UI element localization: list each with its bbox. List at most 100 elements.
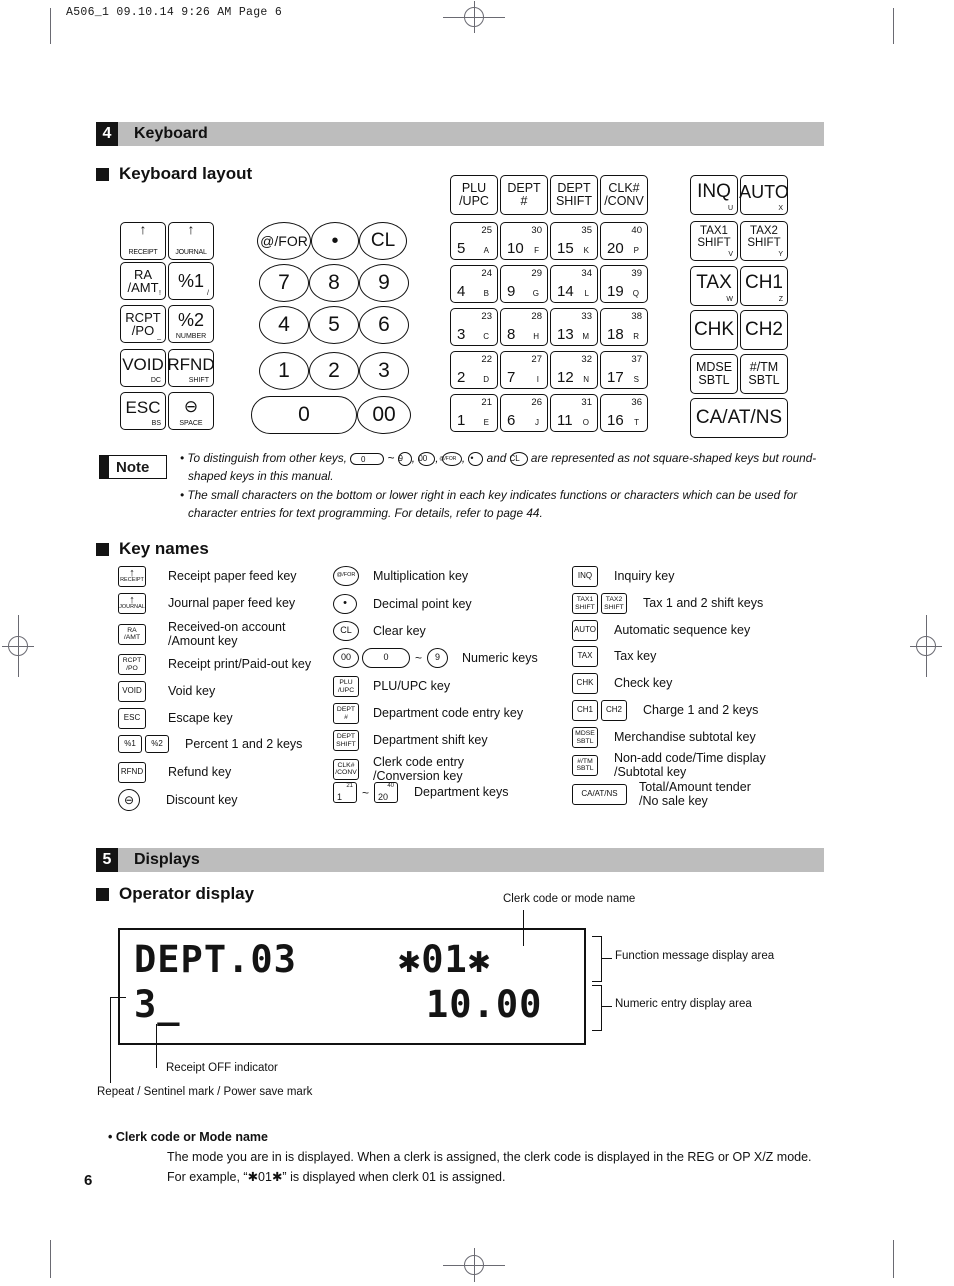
key-tax[interactable]: TAX W bbox=[690, 266, 738, 306]
key-ca-at-ns[interactable]: CA/AT/NS bbox=[690, 398, 788, 438]
dept-key-char: T bbox=[634, 418, 639, 427]
icon-key-receipt-feed[interactable]: ↑ RECEIPT bbox=[118, 566, 146, 587]
icon-key-at-for[interactable]: @/FOR bbox=[333, 566, 359, 586]
dept-key-11[interactable]: 31 11 O bbox=[550, 394, 598, 432]
key-at-for[interactable]: @/FOR bbox=[257, 222, 311, 260]
key-receipt-feed[interactable]: ↑ RECEIPT bbox=[120, 222, 166, 260]
icon-key-mdse-sbtl[interactable]: MDSE SBTL bbox=[572, 727, 598, 748]
dept-key-1[interactable]: 21 1 E bbox=[450, 394, 498, 432]
icon-key-ra-amt[interactable]: RA /AMT bbox=[118, 623, 146, 645]
key-rfnd[interactable]: RFND SHIFT bbox=[167, 349, 215, 387]
key-num-4[interactable]: 4 bbox=[259, 306, 309, 344]
callout-line-repeat-sentinel-v bbox=[110, 997, 112, 1083]
icon-dept-key-20[interactable]: 40 20 bbox=[374, 782, 399, 803]
icon-key-decimal-point[interactable]: • bbox=[333, 594, 357, 614]
dept-key-2[interactable]: 22 2 D bbox=[450, 351, 498, 389]
icon-key-tax2-shift[interactable]: TAX2 SHIFT bbox=[601, 593, 627, 614]
dept-key-7[interactable]: 27 7 I bbox=[500, 351, 548, 389]
key-mdse-sbtl[interactable]: MDSE SBTL bbox=[690, 354, 738, 394]
key-tm-sbtl[interactable]: #/TM SBTL bbox=[740, 354, 788, 394]
legend-clk-conv: CLK# /CONV Clerk code entry /Conversion … bbox=[333, 755, 464, 784]
dept-key-8[interactable]: 28 8 H bbox=[500, 308, 548, 346]
icon-key-ch2[interactable]: CH2 bbox=[601, 700, 627, 721]
dept-key-14[interactable]: 34 14 L bbox=[550, 265, 598, 303]
key-percent2[interactable]: %2 NUMBER bbox=[168, 305, 214, 343]
icon-key-9[interactable]: 9 bbox=[427, 648, 449, 668]
key-num-8[interactable]: 8 bbox=[309, 264, 359, 302]
key-tax1-shift[interactable]: TAX1 SHIFT V bbox=[690, 221, 738, 261]
key-num-00[interactable]: 00 bbox=[357, 396, 411, 434]
icon-dept-key-1[interactable]: 21 1 bbox=[333, 782, 357, 803]
icon-key-clear[interactable]: CL bbox=[333, 621, 359, 641]
icon-key-dept-shift[interactable]: DEPT SHIFT bbox=[333, 730, 359, 751]
icon-key-chk[interactable]: CHK bbox=[572, 673, 598, 694]
dept-key-13[interactable]: 33 13 M bbox=[550, 308, 598, 346]
key-discount[interactable]: ⊖ SPACE bbox=[168, 392, 214, 430]
key-tax2-shift[interactable]: TAX2 SHIFT Y bbox=[740, 221, 788, 261]
key-num-9[interactable]: 9 bbox=[359, 264, 409, 302]
display-row1-left: DEPT.03 bbox=[134, 938, 297, 981]
icon-key-esc[interactable]: ESC bbox=[118, 708, 146, 729]
dept-key-3[interactable]: 23 3 C bbox=[450, 308, 498, 346]
key-num-1[interactable]: 1 bbox=[259, 352, 309, 390]
dept-key-10[interactable]: 30 10 F bbox=[500, 222, 548, 260]
key-chk[interactable]: CHK bbox=[690, 310, 738, 350]
key-num-6[interactable]: 6 bbox=[359, 306, 409, 344]
icon-key-auto[interactable]: AUTO bbox=[572, 620, 598, 641]
icon-key-journal-feed[interactable]: ↑ JOURNAL bbox=[118, 593, 146, 614]
icon-key-discount[interactable]: ⊖ bbox=[118, 789, 140, 811]
dept-key-18[interactable]: 38 18 R bbox=[600, 308, 648, 346]
dept-key-6[interactable]: 26 6 J bbox=[500, 394, 548, 432]
icon-key-percent1[interactable]: %1 bbox=[118, 735, 142, 753]
key-num-3[interactable]: 3 bbox=[359, 352, 409, 390]
key-num-0[interactable]: 0 bbox=[251, 396, 357, 434]
key-rcpt-po[interactable]: RCPT /PO _ bbox=[120, 305, 166, 343]
key-journal-feed[interactable]: ↑ JOURNAL bbox=[168, 222, 214, 260]
bracket-function-area bbox=[592, 936, 602, 982]
icon-key-0[interactable]: 0 bbox=[362, 648, 410, 668]
dept-key-16[interactable]: 36 16 T bbox=[600, 394, 648, 432]
icon-key-dept-num[interactable]: DEPT # bbox=[333, 703, 359, 724]
key-ch2[interactable]: CH2 bbox=[740, 310, 788, 350]
icon-key-tm-sbtl[interactable]: #/TM SBTL bbox=[572, 754, 598, 776]
dept-key-20[interactable]: 40 20 P bbox=[600, 222, 648, 260]
key-num-2[interactable]: 2 bbox=[309, 352, 359, 390]
icon-key-tax[interactable]: TAX bbox=[572, 646, 598, 667]
key-num-7[interactable]: 7 bbox=[259, 264, 309, 302]
key-percent1[interactable]: %1 / bbox=[168, 262, 214, 300]
key-void[interactable]: VOID DC bbox=[120, 349, 166, 387]
key-dept-num[interactable]: DEPT # bbox=[500, 175, 548, 215]
legend-journal-feed: ↑ JOURNAL Journal paper feed key bbox=[118, 593, 295, 614]
key-auto[interactable]: AUTO X bbox=[739, 175, 789, 215]
dept-key-5[interactable]: 25 5 A bbox=[450, 222, 498, 260]
icon-key-percent2[interactable]: %2 bbox=[145, 735, 169, 753]
icon-key-tax1-shift[interactable]: TAX1 SHIFT bbox=[572, 593, 598, 614]
icon-key-rfnd[interactable]: RFND bbox=[118, 762, 146, 783]
icon-key-void[interactable]: VOID bbox=[118, 681, 146, 702]
key-ra-amt[interactable]: RA /AMT ! bbox=[120, 262, 166, 300]
key-inq[interactable]: INQ U bbox=[690, 175, 738, 215]
icon-key-00[interactable]: 00 bbox=[333, 648, 359, 668]
dept-key-19[interactable]: 39 19 Q bbox=[600, 265, 648, 303]
dept-key-9[interactable]: 29 9 G bbox=[500, 265, 548, 303]
icon-key-ca-at-ns[interactable]: CA/AT/NS bbox=[572, 783, 627, 805]
key-clk-conv[interactable]: CLK# /CONV bbox=[600, 175, 648, 215]
dept-key-15[interactable]: 35 15 K bbox=[550, 222, 598, 260]
key-sublabel: ! bbox=[159, 290, 161, 297]
key-dept-shift[interactable]: DEPT SHIFT bbox=[550, 175, 598, 215]
icon-key-inq[interactable]: INQ bbox=[572, 566, 598, 587]
key-ch1[interactable]: CH1 Z bbox=[740, 266, 788, 306]
dept-key-4[interactable]: 24 4 B bbox=[450, 265, 498, 303]
icon-key-plu-upc[interactable]: PLU /UPC bbox=[333, 676, 359, 697]
key-clear[interactable]: CL bbox=[359, 222, 407, 260]
key-esc[interactable]: ESC BS bbox=[120, 392, 166, 430]
icon-key-rcpt-po[interactable]: RCPT /PO bbox=[118, 654, 146, 675]
icon-key-clk-conv[interactable]: CLK# /CONV bbox=[333, 758, 359, 780]
key-decimal-point[interactable]: • bbox=[311, 222, 359, 260]
dept-key-12[interactable]: 32 12 N bbox=[550, 351, 598, 389]
key-plu-upc[interactable]: PLU /UPC bbox=[450, 175, 498, 215]
dept-key-char: E bbox=[483, 418, 489, 427]
key-num-5[interactable]: 5 bbox=[309, 306, 359, 344]
dept-key-17[interactable]: 37 17 S bbox=[600, 351, 648, 389]
icon-key-ch1[interactable]: CH1 bbox=[572, 700, 598, 721]
